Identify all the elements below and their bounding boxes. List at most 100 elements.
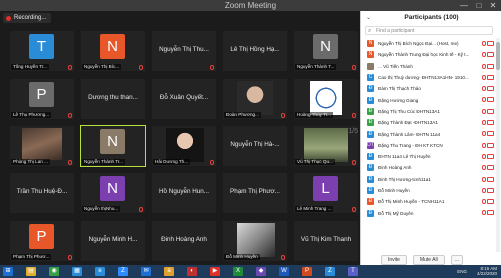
video-tile[interactable]: Nguyễn Thị Hà-... — [223, 126, 287, 166]
video-off-icon[interactable] — [487, 41, 494, 46]
zalo-icon[interactable]: Z — [325, 267, 335, 276]
video-tile[interactable]: T Tống Huyền Tr... — [10, 31, 74, 71]
video-tile[interactable]: P Phạm Thị Phươ... — [10, 221, 74, 261]
muted-mic-icon[interactable] — [482, 131, 486, 137]
teams-icon[interactable]: T — [348, 267, 358, 276]
collapse-icon[interactable]: ⌄ — [366, 11, 371, 25]
app-icon[interactable]: ◆ — [256, 267, 266, 276]
chrome-icon[interactable]: ◉ — [49, 267, 59, 276]
video-off-icon[interactable] — [487, 165, 494, 171]
participant-row[interactable]: C Cao thị Thuỳ dương- ĐHTN13A1HN- 1910... — [361, 72, 495, 83]
mail-icon[interactable]: ✉ — [141, 267, 151, 276]
muted-mic-icon[interactable] — [482, 41, 486, 46]
participant-row[interactable]: Đ Đàm Thị Thạch Thảo — [361, 83, 495, 94]
edge-icon[interactable]: e — [95, 267, 105, 276]
muted-mic-icon[interactable] — [482, 74, 486, 80]
photos-icon[interactable]: ◐ — [187, 267, 197, 276]
participant-row[interactable]: Đ Đinh Hoàng Anh — [361, 162, 495, 173]
invite-button[interactable]: Invite — [381, 254, 407, 265]
participant-row[interactable]: Đ Đỗ Minh Huyền — [361, 185, 495, 196]
video-tile[interactable]: Hồ Nguyễn Hun... — [152, 173, 216, 213]
muted-mic-icon[interactable] — [482, 52, 486, 58]
language-indicator[interactable]: ENG — [457, 269, 467, 274]
maximize-button[interactable]: □ — [472, 0, 486, 11]
recording-indicator[interactable]: Recording... — [3, 13, 52, 23]
muted-mic-icon[interactable] — [482, 165, 486, 171]
participant-row[interactable]: Đ Đỗ Thị Mỹ Duyên — [361, 207, 495, 218]
participant-row[interactable]: Đ Đặng Thành Lâm- ĐHTN 11a4 — [361, 128, 495, 139]
muted-mic-icon[interactable] — [482, 153, 486, 159]
muted-mic-icon[interactable] — [482, 176, 486, 182]
participant-scrollbar[interactable] — [496, 38, 500, 252]
muted-mic-icon[interactable] — [482, 199, 486, 205]
participant-search-input[interactable]: ⌕ Find a participant — [365, 26, 493, 35]
video-tile[interactable]: N Nguyễn thịNhu... — [81, 173, 145, 213]
participant-row[interactable]: Đ ĐHTN 11a4 Lê Thị Huyền — [361, 151, 495, 162]
video-tile[interactable]: Nguyễn Minh H... — [81, 221, 145, 261]
clock-date[interactable]: 4/22/2020 — [477, 271, 497, 276]
video-tile[interactable]: N Nguyễn Thị Bíc... — [81, 31, 145, 71]
video-tile[interactable]: N Nguyễn Thành Tr... — [80, 125, 146, 167]
powerpoint-icon[interactable]: P — [302, 267, 312, 276]
video-tile[interactable]: Đỗ Xuân Quyết... — [152, 79, 216, 119]
video-tile[interactable]: Nguyễn Thị Thu... — [152, 31, 216, 71]
participant-row[interactable]: N Nguyễn Thị Bích Ngọc Đại... (Host, me) — [361, 38, 495, 49]
video-off-icon[interactable] — [487, 120, 494, 126]
video-tile[interactable]: Dương thu than... — [81, 79, 145, 119]
mute-all-button[interactable]: Mute All — [412, 254, 445, 265]
video-tile[interactable]: Hoàng Thúy Tr... — [294, 79, 358, 119]
muted-mic-icon[interactable] — [482, 210, 486, 216]
more-button[interactable]: ... — [450, 254, 463, 265]
minimize-button[interactable]: — — [457, 0, 471, 11]
video-tile[interactable]: Trần Thu Huệ-Đ... — [10, 173, 74, 213]
video-tile[interactable]: Đoàn Phương... — [223, 79, 287, 119]
video-tile[interactable]: Phạm Thị Phươ... — [223, 173, 287, 213]
video-tile[interactable]: Phùng Thị Lan ... — [10, 126, 74, 166]
muted-mic-icon[interactable] — [482, 86, 486, 92]
video-tile[interactable]: P Lê Thụ Phương... — [10, 79, 74, 119]
video-off-icon[interactable] — [487, 199, 494, 205]
participant-row[interactable]: Đ Đặng Thị Thu Cúc ĐHTN13A1 — [361, 106, 495, 117]
excel-icon[interactable]: X — [233, 267, 243, 276]
video-off-icon[interactable] — [487, 176, 494, 182]
gallery-pager[interactable]: 1/5 — [348, 128, 358, 135]
video-off-icon[interactable] — [487, 63, 494, 69]
video-tile[interactable]: Đỗ Minh Huyền — [223, 221, 287, 261]
scrollbar-thumb[interactable] — [496, 42, 500, 70]
participant-row[interactable]: Đ Đặng Thành Đạt -ĐHTN13A1 — [361, 117, 495, 128]
start-icon[interactable]: ⊞ — [3, 267, 13, 276]
video-tile[interactable]: Vũ Thị Kim Thanh — [294, 221, 358, 261]
zoom-icon[interactable]: Z — [118, 267, 128, 276]
store-icon[interactable]: ▦ — [72, 267, 82, 276]
muted-mic-icon[interactable] — [482, 142, 486, 148]
word-icon[interactable]: W — [279, 267, 289, 276]
muted-mic-icon[interactable] — [482, 120, 486, 126]
video-tile[interactable]: Hải Dương Th... — [152, 126, 216, 166]
video-off-icon[interactable] — [487, 74, 494, 80]
participant-row[interactable]: Đ Đỗ Thị Minh Huyền - TCNH11A1 — [361, 196, 495, 207]
video-off-icon[interactable] — [487, 97, 494, 103]
participant-row[interactable]: Đ Đặng Hương Giang — [361, 94, 495, 105]
video-off-icon[interactable] — [487, 210, 494, 216]
participant-row[interactable]: Đ Đinh Thị Hương-tcnh11a1 — [361, 174, 495, 185]
muted-mic-icon[interactable] — [482, 97, 486, 103]
close-button[interactable]: ✕ — [486, 0, 500, 11]
video-tile[interactable]: Lê Thị Hồng Hạ... — [223, 31, 287, 71]
video-tile[interactable]: Đinh Hoàng Anh — [152, 221, 216, 261]
video-off-icon[interactable] — [487, 187, 494, 193]
muted-mic-icon[interactable] — [482, 187, 486, 193]
muted-mic-icon[interactable] — [482, 63, 486, 69]
video-off-icon[interactable] — [487, 52, 494, 58]
participant-row[interactable]: DT Đặng Thu Trang - ĐH KT KTCN — [361, 140, 495, 151]
video-icon[interactable]: ▶ — [210, 267, 220, 276]
muted-mic-icon[interactable] — [482, 108, 486, 114]
participant-row[interactable]: ... Vũ Tiến Thành — [361, 61, 495, 72]
video-tile[interactable]: L Lê Minh Trang ... — [294, 173, 358, 213]
video-off-icon[interactable] — [487, 142, 494, 148]
video-off-icon[interactable] — [487, 108, 494, 114]
participant-row[interactable]: N Nguyễn Thành Trung Đại học Kinh tế - Kỹ… — [361, 49, 495, 60]
amazon-icon[interactable]: a — [164, 267, 174, 276]
video-off-icon[interactable] — [487, 131, 494, 137]
video-tile[interactable]: N Nguyễn Thành T... — [294, 31, 358, 71]
file-explorer-icon[interactable]: ▤ — [26, 267, 36, 276]
